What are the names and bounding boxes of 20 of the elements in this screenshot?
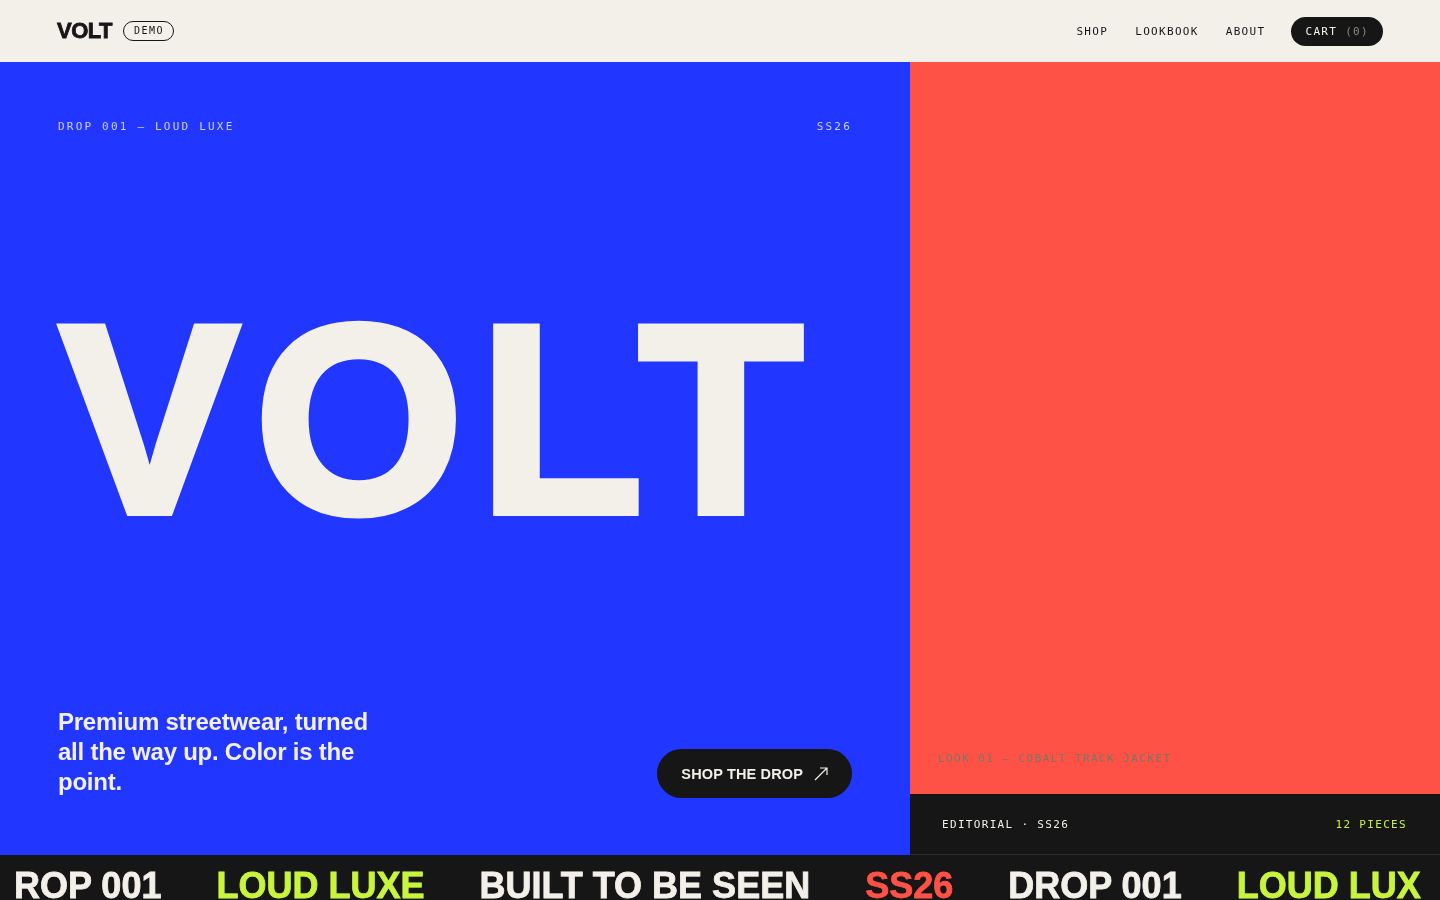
nav-link[interactable]: LOOKBOOK bbox=[1135, 24, 1199, 38]
cart-button[interactable]: CART (0) bbox=[1291, 16, 1383, 46]
hero-tagline: Premium streetwear, turned all the way up. Color is the point. bbox=[58, 707, 369, 797]
ticker-text: BUILT TO BE SEEN bbox=[479, 871, 811, 900]
arrow-up-right-icon bbox=[814, 766, 828, 781]
shop-the-drop-button[interactable]: SHOP THE DROP bbox=[657, 749, 852, 798]
ticker-text: LOUD LUXE bbox=[216, 871, 425, 900]
look-caption: LOOK 01 — COBALT TRACK JACKET bbox=[937, 752, 1173, 767]
season-label: SS26 bbox=[816, 120, 852, 133]
pieces-count: 12 PIECES bbox=[1335, 817, 1407, 831]
editorial-label: EDITORIAL · SS26 bbox=[942, 817, 1070, 831]
drop-label: DROP 001 — LOUD LUXE bbox=[58, 120, 235, 133]
ticker-text: ROP 001 bbox=[14, 871, 162, 900]
ticker-text: DROP 001 bbox=[1008, 871, 1182, 900]
ticker-text: LOUD LUX bbox=[1236, 871, 1421, 900]
ticker-text: SS26 bbox=[865, 871, 954, 900]
nav-link[interactable]: SHOP bbox=[1076, 24, 1109, 38]
logo[interactable]: VOLT bbox=[57, 20, 113, 42]
nav-link[interactable]: ABOUT bbox=[1225, 24, 1266, 38]
hero-headline: VOLT bbox=[60, 318, 819, 522]
